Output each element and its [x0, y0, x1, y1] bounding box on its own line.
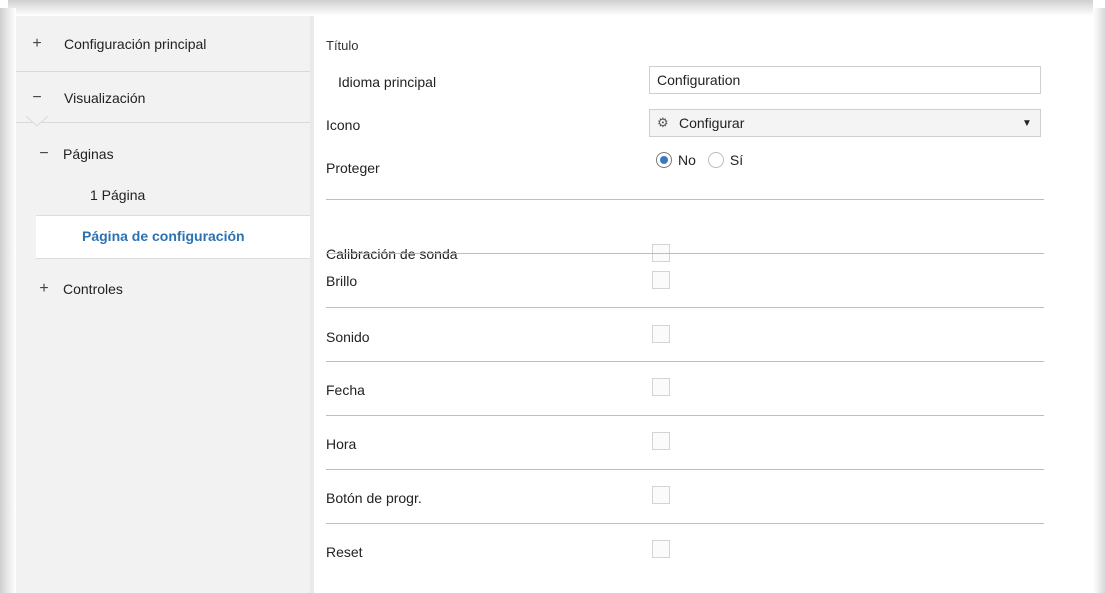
- reset-checkbox[interactable]: [652, 540, 670, 558]
- sidebar-item-label: Configuración principal: [64, 36, 207, 52]
- proteger-no-radio[interactable]: [656, 152, 672, 168]
- boton-progr-checkbox[interactable]: [652, 486, 670, 504]
- collapse-icon[interactable]: −: [26, 89, 48, 107]
- icono-select-value: Configurar: [679, 115, 745, 131]
- sidebar-item-label: 1 Página: [90, 187, 146, 203]
- sidebar-item-paginas[interactable]: − Páginas: [33, 141, 327, 167]
- window-shadow-top: [8, 0, 1093, 16]
- divider: [326, 415, 1044, 416]
- window: + Configuración principal − Visualizació…: [0, 0, 1105, 593]
- proteger-label: Proteger: [326, 160, 380, 176]
- panel-splitter[interactable]: [310, 16, 314, 593]
- sidebar-item-controles[interactable]: + Controles: [33, 276, 327, 302]
- toggle-label-calibracion: Calibración de sonda: [326, 246, 458, 262]
- sidebar: + Configuración principal − Visualizació…: [16, 16, 311, 593]
- sidebar-divider: [16, 122, 310, 123]
- proteger-no-label[interactable]: No: [678, 152, 696, 168]
- toggle-label-hora: Hora: [326, 436, 357, 452]
- sidebar-item-label: Controles: [63, 281, 123, 297]
- sidebar-divider: [16, 71, 310, 72]
- caret-icon: [26, 116, 48, 127]
- expand-icon[interactable]: +: [33, 280, 55, 298]
- idioma-label: Idioma principal: [338, 74, 437, 90]
- divider: [326, 361, 1044, 362]
- sidebar-item-visualizacion[interactable]: − Visualización: [26, 85, 320, 111]
- toggle-label-brillo: Brillo: [326, 273, 358, 289]
- hora-checkbox[interactable]: [652, 432, 670, 450]
- expand-icon[interactable]: +: [26, 35, 48, 53]
- divider: [326, 523, 1044, 524]
- collapse-icon[interactable]: −: [33, 145, 55, 163]
- sidebar-item-label: Página de configuración: [82, 228, 245, 244]
- proteger-radio-group: No Sí: [656, 152, 749, 168]
- toggle-label-fecha: Fecha: [326, 382, 365, 398]
- settings-panel: Título Idioma principal Icono ⚙ Configur…: [326, 16, 1044, 593]
- window-shadow-right: [1093, 8, 1105, 593]
- divider: [326, 199, 1044, 200]
- window-shadow-left: [0, 8, 16, 593]
- icono-label: Icono: [326, 117, 361, 133]
- sidebar-item-configuracion-principal[interactable]: + Configuración principal: [26, 31, 320, 57]
- sonido-checkbox[interactable]: [652, 325, 670, 343]
- toggle-label-sonido: Sonido: [326, 329, 370, 345]
- proteger-si-radio[interactable]: [707, 152, 724, 168]
- sidebar-item-label: Páginas: [63, 146, 114, 162]
- fecha-checkbox[interactable]: [652, 378, 670, 396]
- brillo-checkbox[interactable]: [652, 271, 670, 289]
- sidebar-item-pagina-de-configuracion[interactable]: Página de configuración: [36, 215, 310, 259]
- toggle-label-boton-progr: Botón de progr.: [326, 490, 422, 506]
- gear-icon: ⚙: [657, 115, 669, 130]
- sidebar-item-label: Visualización: [64, 90, 146, 106]
- divider: [326, 469, 1044, 470]
- toggle-label-reset: Reset: [326, 544, 363, 560]
- divider: [326, 253, 1044, 254]
- chevron-down-icon[interactable]: ▼: [1014, 118, 1040, 129]
- idioma-input[interactable]: [649, 66, 1041, 94]
- icono-select[interactable]: ⚙ Configurar ▼: [649, 109, 1041, 137]
- proteger-si-label[interactable]: Sí: [730, 152, 743, 168]
- divider: [326, 307, 1044, 308]
- section-title: Título: [326, 38, 359, 53]
